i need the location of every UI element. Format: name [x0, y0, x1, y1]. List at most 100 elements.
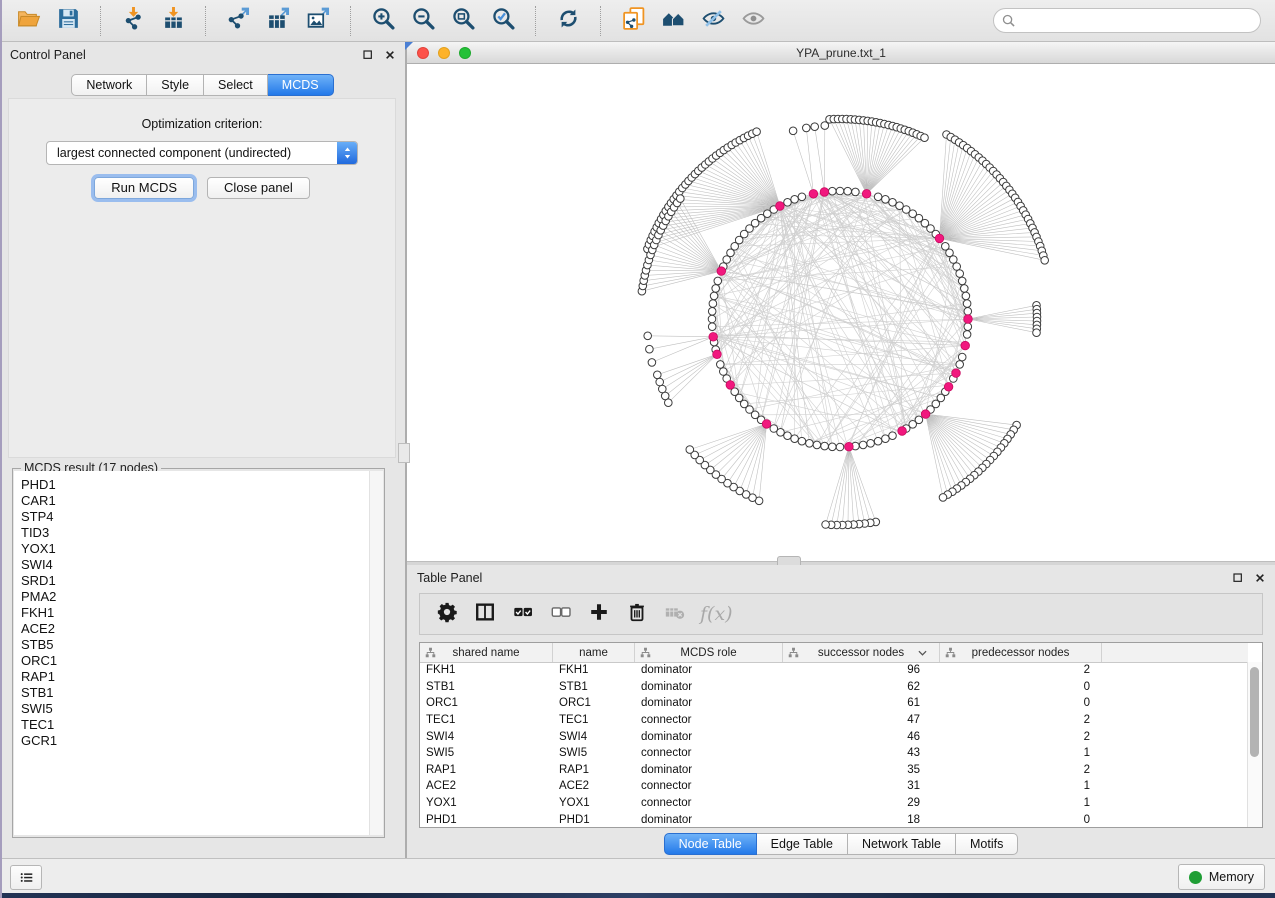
export-network-button[interactable]	[218, 4, 258, 38]
delete-table-icon	[664, 601, 686, 628]
list-icon	[18, 870, 35, 885]
export-table-button[interactable]	[258, 4, 298, 38]
search-box[interactable]	[993, 8, 1261, 33]
apply-preferred-layout-button[interactable]	[548, 4, 588, 38]
import-network-button[interactable]	[113, 4, 153, 38]
open-file-button[interactable]	[8, 4, 48, 38]
column-layout-icon	[474, 601, 496, 628]
column-header-shared-name[interactable]: shared name	[420, 643, 553, 662]
first-neighbors-button[interactable]	[653, 4, 693, 38]
result-node-item[interactable]: SRD1	[21, 573, 370, 589]
tab-mcds[interactable]: MCDS	[268, 74, 334, 96]
zoom-in-icon	[371, 6, 396, 36]
save-session-button[interactable]	[48, 4, 88, 38]
show-all-button[interactable]	[733, 4, 773, 38]
import-network-icon	[121, 6, 146, 36]
network-graph[interactable]	[407, 64, 1275, 561]
result-node-item[interactable]: PHD1	[21, 477, 370, 493]
table-row[interactable]: RAP1RAP1dominator352	[420, 762, 1248, 779]
result-node-item[interactable]: STP4	[21, 509, 370, 525]
table-panel-title: Table Panel	[417, 571, 482, 585]
table-row[interactable]: SWI4SWI4dominator462	[420, 728, 1248, 745]
memory-button[interactable]: Memory	[1178, 864, 1265, 890]
network-view-canvas[interactable]	[407, 64, 1275, 561]
search-input[interactable]	[1020, 13, 1252, 29]
cell-mcds_role: connector	[635, 714, 783, 726]
export-image-icon	[306, 6, 331, 36]
desktop-wallpaper	[0, 893, 1275, 898]
column-layout-button[interactable]	[466, 597, 504, 631]
column-header-successor-nodes[interactable]: successor nodes	[783, 643, 940, 662]
add-column-button[interactable]	[580, 597, 618, 631]
network-window-titlebar[interactable]: YPA_prune.txt_1	[407, 42, 1275, 64]
result-node-item[interactable]: ACE2	[21, 621, 370, 637]
control-panel-header: Control Panel	[0, 42, 405, 68]
column-header-filler	[1102, 643, 1248, 662]
zoom-out-button[interactable]	[403, 4, 443, 38]
delete-column-button[interactable]	[618, 597, 656, 631]
select-all-columns-button[interactable]	[504, 597, 542, 631]
cell-name: FKH1	[553, 664, 635, 676]
result-node-item[interactable]: FKH1	[21, 605, 370, 621]
tab-network[interactable]: Network	[71, 74, 147, 96]
import-table-button[interactable]	[153, 4, 193, 38]
close-panel-button[interactable]: Close panel	[207, 177, 310, 199]
function-builder-button[interactable]: f(x)	[700, 603, 733, 625]
table-row[interactable]: TEC1TEC1connector472	[420, 712, 1248, 729]
table-row[interactable]: SWI5SWI5connector431	[420, 745, 1248, 762]
result-node-item[interactable]: RAP1	[21, 669, 370, 685]
result-node-item[interactable]: GCR1	[21, 733, 370, 749]
hide-selected-button[interactable]	[693, 4, 733, 38]
zoom-selected-button[interactable]	[483, 4, 523, 38]
cell-predecessor_nodes: 0	[940, 697, 1102, 709]
result-node-item[interactable]: YOX1	[21, 541, 370, 557]
result-node-item[interactable]: CAR1	[21, 493, 370, 509]
column-header-predecessor-nodes[interactable]: predecessor nodes	[940, 643, 1102, 662]
float-panel-icon[interactable]	[1231, 571, 1245, 585]
table-scrollbar[interactable]	[1247, 662, 1262, 827]
result-node-item[interactable]: TEC1	[21, 717, 370, 733]
close-panel-icon[interactable]	[1253, 571, 1267, 585]
table-row[interactable]: ORC1ORC1dominator610	[420, 695, 1248, 712]
result-node-item[interactable]: STB1	[21, 685, 370, 701]
table-tab-network-table[interactable]: Network Table	[848, 833, 956, 855]
new-network-from-selection-button[interactable]	[613, 4, 653, 38]
mcds-result-list[interactable]: PHD1CAR1STP4TID3YOX1SWI4SRD1PMA2FKH1ACE2…	[14, 471, 370, 835]
unselect-all-columns-button[interactable]	[542, 597, 580, 631]
table-row[interactable]: FKH1FKH1dominator962	[420, 662, 1248, 679]
cell-successor_nodes: 18	[783, 814, 940, 826]
vertical-splitter-grip[interactable]	[398, 443, 410, 463]
add-column-icon	[588, 601, 610, 628]
cell-successor_nodes: 35	[783, 764, 940, 776]
result-node-item[interactable]: PMA2	[21, 589, 370, 605]
result-node-item[interactable]: ORC1	[21, 653, 370, 669]
close-panel-icon[interactable]	[383, 48, 397, 62]
table-tab-motifs[interactable]: Motifs	[956, 833, 1018, 855]
table-row[interactable]: ACE2ACE2connector311	[420, 778, 1248, 795]
result-node-item[interactable]: SWI4	[21, 557, 370, 573]
settings-button[interactable]	[428, 597, 466, 631]
tab-style[interactable]: Style	[147, 74, 204, 96]
open-file-icon	[16, 6, 41, 36]
table-tab-edge-table[interactable]: Edge Table	[757, 833, 848, 855]
table-row[interactable]: YOX1YOX1connector291	[420, 795, 1248, 812]
task-history-button[interactable]	[10, 865, 42, 890]
table-row[interactable]: STB1STB1dominator620	[420, 679, 1248, 696]
table-scrollbar-thumb[interactable]	[1250, 667, 1259, 757]
float-panel-icon[interactable]	[361, 48, 375, 62]
result-node-item[interactable]: SWI5	[21, 701, 370, 717]
table-row[interactable]: PHD1PHD1dominator180	[420, 811, 1248, 827]
tab-select[interactable]: Select	[204, 74, 268, 96]
zoom-in-button[interactable]	[363, 4, 403, 38]
column-header-name[interactable]: name	[553, 643, 635, 662]
result-list-scrollbar[interactable]	[369, 471, 383, 835]
zoom-fit-button[interactable]	[443, 4, 483, 38]
export-image-button[interactable]	[298, 4, 338, 38]
table-tab-node-table[interactable]: Node Table	[664, 833, 757, 855]
run-mcds-button[interactable]: Run MCDS	[94, 177, 194, 199]
criterion-dropdown[interactable]: largest connected component (undirected)	[46, 141, 358, 165]
result-node-item[interactable]: TID3	[21, 525, 370, 541]
column-header-MCDS-role[interactable]: MCDS role	[635, 643, 783, 662]
cell-successor_nodes: 29	[783, 797, 940, 809]
result-node-item[interactable]: STB5	[21, 637, 370, 653]
